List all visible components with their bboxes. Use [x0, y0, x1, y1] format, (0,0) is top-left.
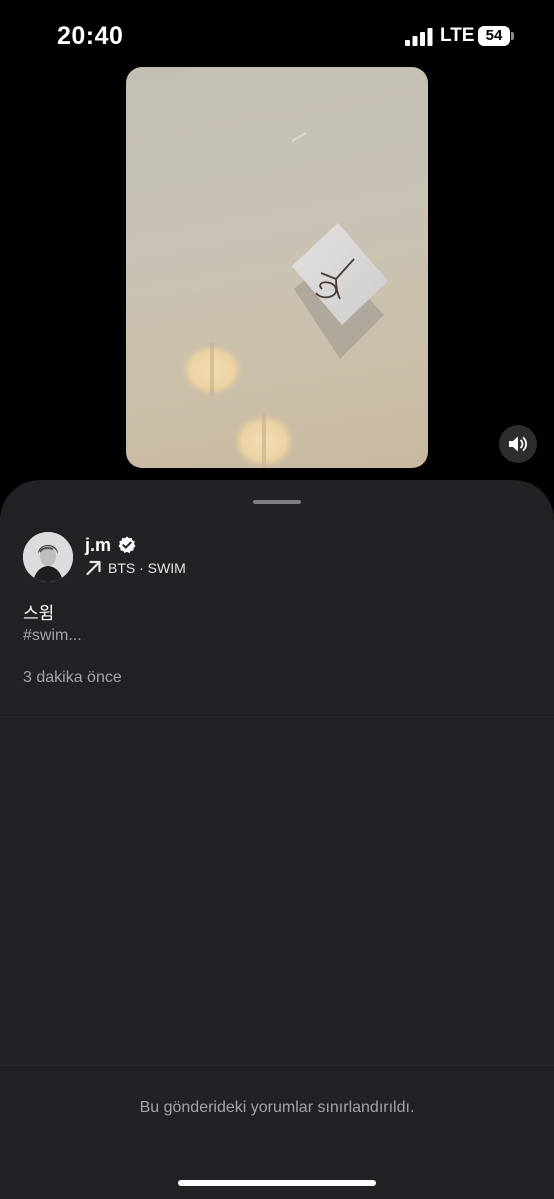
video-player[interactable]: [126, 67, 428, 468]
comments-restricted-notice: Bu gönderideki yorumlar sınırlandırıldı.: [139, 1099, 415, 1116]
drag-handle[interactable]: [253, 500, 301, 504]
post-timestamp: 3 dakika önce: [23, 669, 122, 686]
divider: [0, 716, 554, 717]
video-frame-image: [180, 132, 388, 468]
avatar[interactable]: [23, 532, 73, 582]
battery-level: 54: [485, 27, 503, 44]
avatar-image: [23, 532, 73, 582]
arrow-up-right-icon: [86, 560, 101, 576]
home-indicator[interactable]: [178, 1180, 376, 1186]
post-details-sheet: j.m BTS · SWIM 스윔 #swim... 3 dakika önce…: [0, 480, 554, 1199]
speaker-wave-icon: [509, 436, 528, 452]
music-label: BTS · SWIM: [108, 560, 186, 576]
status-time: 20:40: [57, 22, 124, 50]
post-caption: 스윔: [23, 604, 55, 624]
battery-icon: 54: [478, 26, 514, 46]
hashtag-link[interactable]: #swim...: [23, 627, 82, 645]
verified-badge-icon: [118, 536, 136, 553]
volume-button[interactable]: [499, 425, 537, 463]
status-bar: 20:40 LTE 54: [0, 0, 554, 70]
username[interactable]: j.m: [85, 535, 111, 556]
network-type: LTE: [440, 25, 475, 46]
cellular-signal-icon: [405, 28, 433, 46]
divider: [0, 1065, 554, 1066]
